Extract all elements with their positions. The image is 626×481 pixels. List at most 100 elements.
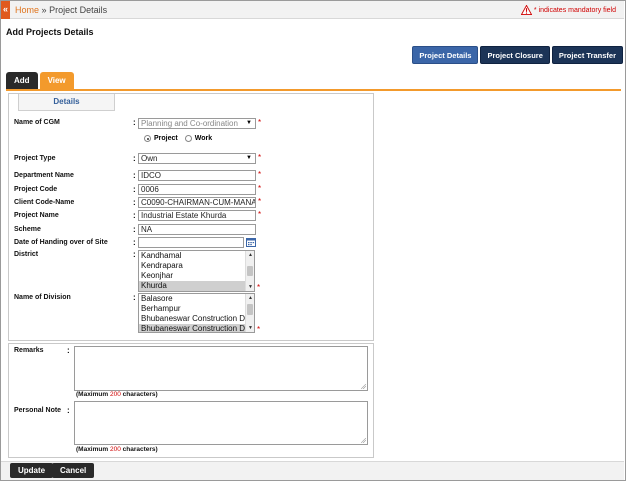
handing-date-field[interactable]: [138, 237, 244, 248]
colon: :: [133, 211, 136, 220]
breadcrumb-separator: »: [41, 5, 47, 15]
radio-project-label: Project: [154, 135, 178, 142]
required-star: *: [258, 197, 262, 206]
department-name-field[interactable]: IDCO: [138, 170, 256, 181]
client-code-name-field[interactable]: C0090-CHAIRMAN-CUM-MANAG: [138, 197, 256, 208]
cgm-label: Name of CGM: [14, 119, 60, 126]
personal-note-max-note: (Maximum 200 characters): [76, 446, 158, 453]
tab-bar: Add View: [6, 72, 74, 89]
required-star: *: [258, 170, 262, 179]
handing-date-label: Date of Handing over of Site: [14, 239, 108, 246]
colon: :: [133, 198, 136, 207]
personal-note-textarea[interactable]: [74, 401, 368, 445]
list-item[interactable]: Balasore: [139, 294, 254, 304]
scheme-field[interactable]: NA: [138, 224, 256, 235]
division-listbox[interactable]: Balasore Berhampur Bhubaneswar Construct…: [138, 293, 255, 333]
division-label: Name of Division: [14, 294, 71, 301]
required-star: *: [258, 153, 262, 162]
colon: :: [133, 118, 136, 127]
max-note-prefix: (Maximum: [76, 391, 109, 398]
collapse-arrow-icon[interactable]: «: [1, 1, 10, 19]
breadcrumb: Home » Project Details: [15, 5, 107, 15]
project-closure-button[interactable]: Project Closure: [480, 46, 550, 64]
calendar-icon[interactable]: [246, 238, 256, 247]
update-button[interactable]: Update: [10, 463, 54, 478]
max-note-suffix: characters): [122, 391, 158, 398]
project-name-label: Project Name: [14, 212, 59, 219]
project-type-value: Own: [141, 154, 158, 163]
scope-radio-group: Project Work: [144, 135, 212, 142]
required-star: *: [257, 325, 261, 334]
radio-project[interactable]: [144, 135, 151, 142]
breadcrumb-current: Project Details: [49, 5, 108, 15]
required-star: *: [257, 283, 261, 292]
colon: :: [133, 250, 136, 259]
district-listbox[interactable]: Kandhamal Kendrapara Keonjhar Khurda ▲ ▼: [138, 250, 255, 292]
breadcrumb-home-link[interactable]: Home: [15, 5, 39, 15]
required-star: *: [258, 184, 262, 193]
list-item[interactable]: Keonjhar: [139, 271, 254, 281]
radio-work[interactable]: [184, 135, 192, 142]
scroll-down-icon[interactable]: ▼: [246, 324, 254, 332]
mandatory-star: *: [533, 6, 537, 14]
required-star: *: [258, 118, 262, 127]
required-star: *: [258, 210, 262, 219]
colon: :: [133, 185, 136, 194]
page-title: Add Projects Details: [6, 27, 94, 37]
list-item[interactable]: Kandhamal: [139, 251, 254, 261]
colon: :: [133, 225, 136, 234]
radio-work-label: Work: [194, 135, 213, 142]
list-item[interactable]: Bhubaneswar Construction Div: [139, 314, 254, 324]
colon: :: [133, 154, 136, 163]
district-label: District: [14, 251, 39, 258]
max-note-limit: 200: [109, 391, 121, 398]
list-item-selected[interactable]: Bhubaneswar Construction Div: [139, 324, 254, 332]
scrollbar-thumb[interactable]: [247, 266, 253, 276]
department-name-label: Department Name: [14, 172, 74, 179]
list-item-selected[interactable]: Khurda: [139, 281, 254, 291]
scroll-up-icon[interactable]: ▲: [246, 294, 254, 302]
project-code-field[interactable]: 0006: [138, 184, 256, 195]
warning-icon: [520, 5, 532, 15]
personal-note-label: Personal Note: [14, 407, 62, 414]
max-note-limit: 200: [109, 446, 121, 453]
cgm-select[interactable]: Planning and Co-ordination ▼: [138, 118, 256, 129]
project-transfer-button[interactable]: Project Transfer: [551, 46, 623, 64]
chevron-down-icon: ▼: [246, 120, 252, 126]
remarks-label: Remarks: [14, 347, 44, 354]
list-item[interactable]: Berhampur: [139, 304, 254, 314]
project-details-button[interactable]: Project Details: [412, 46, 479, 64]
details-section-tab[interactable]: Details: [18, 94, 115, 111]
resize-grip-icon[interactable]: [361, 438, 366, 443]
project-name-field[interactable]: Industrial Estate Khurda: [138, 210, 256, 221]
top-bar: « Home » Project Details * indicates man…: [1, 1, 624, 19]
list-item[interactable]: Kendrapara: [139, 261, 254, 271]
colon: :: [133, 238, 136, 247]
project-type-label: Project Type: [14, 155, 56, 162]
scrollbar-thumb[interactable]: [247, 304, 253, 315]
remarks-textarea[interactable]: [74, 346, 368, 391]
tab-add[interactable]: Add: [6, 72, 38, 89]
chevron-down-icon: ▼: [246, 155, 252, 161]
scroll-down-icon[interactable]: ▼: [246, 283, 254, 291]
client-code-name-label: Client Code-Name: [14, 199, 75, 206]
cgm-value: Planning and Co-ordination: [141, 119, 238, 128]
scrollbar[interactable]: ▲ ▼: [245, 294, 254, 332]
colon: :: [133, 293, 136, 302]
scrollbar[interactable]: ▲ ▼: [245, 251, 254, 291]
cancel-button[interactable]: Cancel: [52, 463, 95, 478]
colon: :: [67, 346, 70, 355]
bottom-bar: [1, 461, 624, 480]
action-buttons: Project Details Project Closure Project …: [412, 46, 623, 64]
resize-grip-icon[interactable]: [361, 384, 366, 389]
mandatory-note: * indicates mandatory field: [520, 5, 616, 15]
max-note-prefix: (Maximum: [76, 446, 109, 453]
remarks-max-note: (Maximum 200 characters): [76, 391, 158, 398]
colon: :: [133, 171, 136, 180]
project-type-select[interactable]: Own ▼: [138, 153, 256, 164]
project-code-label: Project Code: [14, 186, 58, 193]
scheme-label: Scheme: [14, 226, 41, 233]
tab-underline: [6, 89, 621, 91]
tab-view[interactable]: View: [39, 72, 74, 89]
scroll-up-icon[interactable]: ▲: [246, 251, 254, 259]
